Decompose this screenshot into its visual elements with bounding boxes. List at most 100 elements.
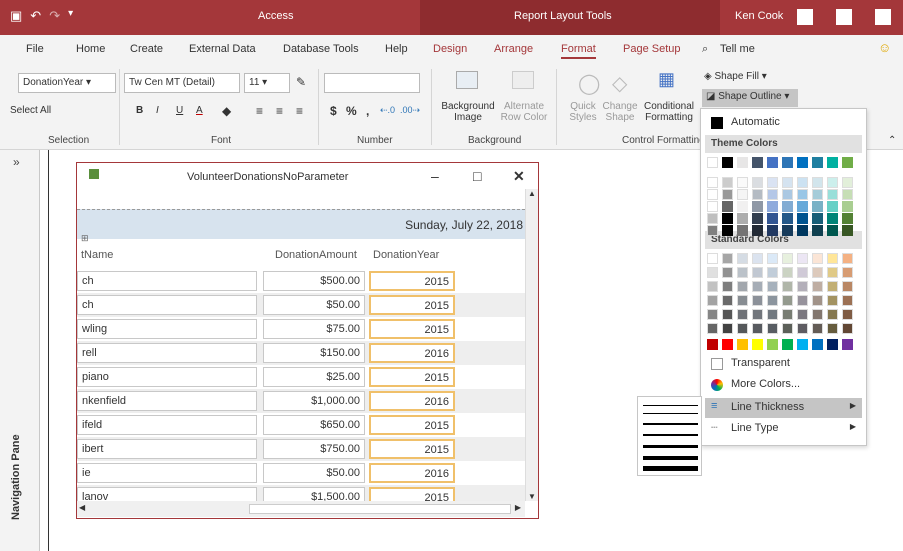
theme-color-swatch[interactable] [782, 189, 793, 200]
amount-cell[interactable]: $1,500.00 [263, 487, 365, 501]
standard-color-swatch[interactable] [797, 339, 808, 350]
theme-color-swatch[interactable] [722, 177, 733, 188]
theme-color-swatch[interactable] [782, 157, 793, 168]
theme-color-swatch[interactable] [827, 177, 838, 188]
standard-tint-swatch[interactable] [722, 323, 733, 334]
year-cell[interactable]: 2016 [369, 343, 455, 363]
standard-tint-swatch[interactable] [737, 309, 748, 320]
collapse-ribbon-icon[interactable]: ⌃ [888, 135, 896, 146]
minimize-icon[interactable]: – [431, 168, 439, 184]
redo-icon[interactable]: ↷ [49, 8, 60, 24]
standard-tint-swatch[interactable] [767, 295, 778, 306]
smiley-icon[interactable]: ☺ [878, 40, 891, 55]
automatic-color-item[interactable]: Automatic [705, 113, 862, 133]
standard-tint-swatch[interactable] [827, 253, 838, 264]
format-painter-icon[interactable]: ✎ [296, 75, 306, 89]
standard-tint-swatch[interactable] [737, 267, 748, 278]
theme-color-swatch[interactable] [827, 201, 838, 212]
name-cell[interactable]: ch [77, 271, 257, 291]
ribbon-display-button[interactable] [797, 9, 813, 25]
name-cell[interactable]: lanov [77, 487, 257, 501]
theme-color-swatch[interactable] [752, 213, 763, 224]
conditional-formatting-button[interactable]: Conditional Formatting [640, 101, 698, 123]
theme-color-swatch[interactable] [842, 225, 853, 236]
standard-tint-swatch[interactable] [737, 281, 748, 292]
tab-design[interactable]: Design [433, 43, 467, 55]
theme-color-swatch[interactable] [737, 225, 748, 236]
line-option[interactable] [643, 423, 698, 425]
standard-tint-swatch[interactable] [737, 295, 748, 306]
standard-tint-swatch[interactable] [842, 309, 853, 320]
standard-tint-swatch[interactable] [752, 309, 763, 320]
standard-tint-swatch[interactable] [797, 253, 808, 264]
user-name[interactable]: Ken Cook [735, 10, 783, 22]
year-cell[interactable]: 2016 [369, 463, 455, 483]
standard-tint-swatch[interactable] [797, 295, 808, 306]
theme-color-swatch[interactable] [752, 225, 763, 236]
theme-color-swatch[interactable] [707, 213, 718, 224]
standard-tint-swatch[interactable] [767, 323, 778, 334]
standard-tint-swatch[interactable] [812, 281, 823, 292]
line-option[interactable] [643, 434, 698, 436]
standard-tint-swatch[interactable] [827, 281, 838, 292]
standard-tint-swatch[interactable] [842, 253, 853, 264]
theme-color-swatch[interactable] [752, 189, 763, 200]
tab-file[interactable]: File [26, 43, 44, 55]
standard-color-swatch[interactable] [767, 339, 778, 350]
layout-move-icon[interactable]: ⊞ [81, 233, 89, 244]
standard-tint-swatch[interactable] [812, 295, 823, 306]
theme-color-swatch[interactable] [722, 225, 733, 236]
standard-tint-swatch[interactable] [782, 267, 793, 278]
theme-color-swatch[interactable] [707, 201, 718, 212]
font-size-select[interactable]: 11 ▾ [244, 73, 290, 93]
year-cell[interactable]: 2015 [369, 487, 455, 501]
standard-tint-swatch[interactable] [767, 309, 778, 320]
standard-tint-swatch[interactable] [707, 267, 718, 278]
number-format-select[interactable] [324, 73, 420, 93]
theme-color-swatch[interactable] [797, 177, 808, 188]
background-image-button[interactable]: Background Image [438, 101, 498, 123]
standard-tint-swatch[interactable] [827, 323, 838, 334]
standard-tint-swatch[interactable] [737, 323, 748, 334]
amount-cell[interactable]: $150.00 [263, 343, 365, 363]
line-thickness-item[interactable]: ≡ Line Thickness ▶ [705, 398, 862, 418]
standard-tint-swatch[interactable] [767, 253, 778, 264]
theme-color-swatch[interactable] [752, 201, 763, 212]
customize-qat-icon[interactable]: ▾ [68, 8, 73, 24]
theme-color-swatch[interactable] [782, 213, 793, 224]
percent-button[interactable]: % [346, 104, 357, 118]
theme-color-swatch[interactable] [722, 213, 733, 224]
standard-tint-swatch[interactable] [767, 281, 778, 292]
theme-color-swatch[interactable] [737, 177, 748, 188]
theme-color-swatch[interactable] [842, 189, 853, 200]
standard-tint-swatch[interactable] [782, 253, 793, 264]
tab-format[interactable]: Format [561, 43, 596, 59]
shape-outline-button[interactable]: ◪ Shape Outline ▾ [702, 89, 798, 107]
amount-cell[interactable]: $50.00 [263, 295, 365, 315]
theme-color-swatch[interactable] [812, 157, 823, 168]
line-option[interactable] [643, 466, 698, 471]
name-cell[interactable]: ch [77, 295, 257, 315]
standard-tint-swatch[interactable] [782, 309, 793, 320]
comma-button[interactable]: , [366, 104, 369, 118]
decrease-decimal-icon[interactable]: .00⇢ [400, 105, 420, 116]
close-icon[interactable]: ✕ [513, 168, 525, 185]
font-name-select[interactable]: Tw Cen MT (Detail) [124, 73, 240, 93]
standard-tint-swatch[interactable] [707, 309, 718, 320]
theme-color-swatch[interactable] [812, 177, 823, 188]
line-option[interactable] [643, 413, 698, 414]
theme-color-swatch[interactable] [797, 189, 808, 200]
line-option[interactable] [643, 405, 698, 406]
more-colors-item[interactable]: More Colors... [705, 375, 862, 395]
theme-color-swatch[interactable] [752, 177, 763, 188]
standard-tint-swatch[interactable] [842, 267, 853, 278]
scroll-right-icon[interactable]: ▶ [515, 503, 521, 512]
name-cell[interactable]: piano [77, 367, 257, 387]
standard-tint-swatch[interactable] [722, 309, 733, 320]
theme-color-swatch[interactable] [797, 201, 808, 212]
standard-tint-swatch[interactable] [707, 323, 718, 334]
tab-help[interactable]: Help [385, 43, 408, 55]
theme-color-swatch[interactable] [737, 189, 748, 200]
standard-tint-swatch[interactable] [842, 323, 853, 334]
year-cell[interactable]: 2015 [369, 367, 455, 387]
